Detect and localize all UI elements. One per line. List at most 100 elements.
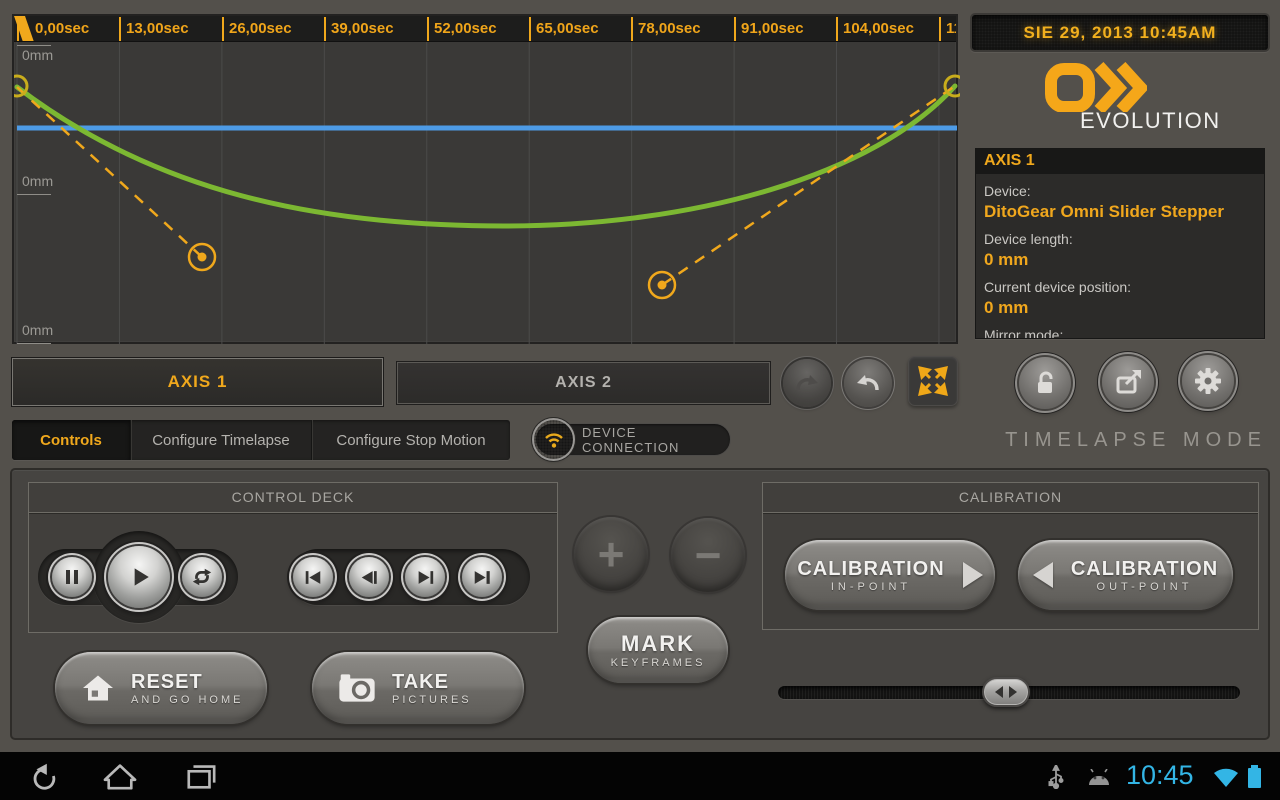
nav-back-button[interactable] — [24, 760, 64, 792]
play-button[interactable] — [108, 546, 170, 608]
mode-label: TIMELAPSE MODE — [1005, 429, 1267, 452]
pause-icon — [62, 567, 82, 587]
usb-status-icon — [1048, 765, 1064, 789]
pause-button[interactable] — [52, 557, 92, 597]
nav-home-button[interactable] — [100, 760, 140, 792]
triangle-right-icon — [963, 562, 983, 588]
calibration-out-point-button[interactable]: CALIBRATION OUT-POINT — [1018, 540, 1233, 610]
step-forward-button[interactable] — [405, 557, 445, 597]
axis-info-panel: AXIS 1 Device: DitoGear Omni Slider Step… — [975, 148, 1265, 339]
undo-button[interactable] — [844, 359, 892, 407]
slider-left-arrow-icon — [995, 686, 1003, 698]
increment-button[interactable]: + — [574, 517, 648, 591]
time-tick: 13,00sec — [119, 17, 189, 41]
home-icon — [81, 673, 115, 703]
wifi-signal-icon — [1212, 767, 1240, 789]
axis-2-button[interactable]: AXIS 2 — [397, 362, 770, 404]
time-tick: 78,00sec — [631, 17, 701, 41]
datetime-text: SIE 29, 2013 10:45AM — [1024, 23, 1217, 43]
button-line1: CALIBRATION — [1071, 558, 1218, 581]
button-line1: CALIBRATION — [797, 558, 944, 581]
button-line2: AND GO HOME — [131, 694, 243, 706]
status-clock[interactable]: 10:45 — [1126, 760, 1194, 791]
expand-fullscreen-button[interactable] — [908, 356, 958, 406]
button-line2: OUT-POINT — [1071, 581, 1218, 593]
info-label: Mirror mode: — [984, 327, 1256, 339]
position-label: 0mm — [22, 47, 53, 63]
loop-icon — [190, 566, 214, 588]
export-share-icon — [1112, 367, 1144, 397]
wifi-icon — [543, 430, 565, 449]
position-ruler-line — [17, 45, 51, 46]
axis-2-label: AXIS 2 — [555, 374, 612, 392]
system-navigation-bar: 10:45 — [0, 752, 1280, 800]
time-tick: 117,00sec — [939, 17, 956, 41]
lock-button[interactable] — [1019, 357, 1071, 409]
wifi-status-button[interactable] — [534, 420, 573, 459]
position-label: 0mm — [22, 173, 53, 189]
app-screen: 0mm 0mm 0mm 0,00sec 13,00sec 26,00sec 39… — [0, 0, 1280, 800]
motion-curve-chart[interactable] — [14, 16, 960, 346]
redo-icon — [793, 369, 821, 397]
device-connection-label: DEVICE CONNECTION — [582, 425, 730, 455]
undo-icon — [854, 369, 882, 397]
time-tick: 26,00sec — [222, 17, 292, 41]
redo-button[interactable] — [783, 359, 831, 407]
button-line1: TAKE — [392, 671, 472, 694]
calibration-in-point-button[interactable]: CALIBRATION IN-POINT — [785, 540, 995, 610]
info-label: Current device position: — [984, 279, 1256, 295]
slider-right-arrow-icon — [1009, 686, 1017, 698]
camera-icon — [338, 673, 376, 703]
device-connection-button[interactable]: DEVICE CONNECTION — [535, 423, 731, 456]
reset-go-home-button[interactable]: RESET AND GO HOME — [55, 652, 267, 724]
control-deck-title: CONTROL DECK — [29, 489, 557, 505]
button-line1: RESET — [131, 671, 243, 694]
time-tick: 52,00sec — [427, 17, 497, 41]
position-ruler-line — [17, 343, 51, 344]
info-value: 0 mm — [984, 250, 1256, 270]
position-ruler-line — [17, 194, 51, 195]
mark-keyframes-button[interactable]: MARK KEYFRAMES — [588, 617, 728, 683]
unlock-icon — [1030, 368, 1060, 398]
tab-bar: Controls Configure Timelapse Configure S… — [12, 420, 510, 460]
take-pictures-button[interactable]: TAKE PICTURES — [312, 652, 524, 724]
triangle-left-icon — [1033, 562, 1053, 588]
decrement-button[interactable]: − — [671, 518, 745, 592]
step-forward-icon — [415, 569, 435, 586]
gear-icon — [1193, 366, 1223, 396]
divider — [763, 512, 1258, 514]
loop-button[interactable] — [182, 557, 222, 597]
info-label: Device: — [984, 183, 1256, 199]
tab-label: Configure Stop Motion — [336, 432, 485, 449]
nav-recents-button[interactable] — [180, 760, 222, 792]
time-tick: 65,00sec — [529, 17, 599, 41]
tab-controls[interactable]: Controls — [12, 420, 131, 460]
calibration-title: CALIBRATION — [763, 489, 1258, 505]
tab-label: Controls — [40, 432, 102, 449]
axis-info-title: AXIS 1 — [976, 149, 1264, 174]
skip-to-end-button[interactable] — [462, 557, 502, 597]
evolution-logo-icon — [1043, 62, 1147, 112]
export-button[interactable] — [1102, 356, 1154, 408]
tab-configure-stop-motion[interactable]: Configure Stop Motion — [312, 420, 510, 460]
time-tick: 39,00sec — [324, 17, 394, 41]
logo-wordmark: EVOLUTION — [1080, 108, 1280, 134]
position-slider-handle[interactable] — [982, 677, 1030, 707]
skip-to-end-icon — [472, 569, 492, 586]
timeline-header[interactable]: 0,00sec 13,00sec 26,00sec 39,00sec 52,00… — [14, 16, 956, 42]
info-value: 0 mm — [984, 298, 1256, 318]
button-line1: MARK — [621, 631, 695, 657]
timeline-graph-panel[interactable]: 0mm 0mm 0mm 0,00sec 13,00sec 26,00sec 39… — [12, 14, 958, 344]
divider — [29, 512, 557, 514]
tab-configure-timelapse[interactable]: Configure Timelapse — [131, 420, 312, 460]
info-label: Device length: — [984, 231, 1256, 247]
time-tick: 0,00sec — [17, 17, 89, 41]
axis-1-button[interactable]: AXIS 1 — [12, 358, 383, 406]
skip-to-start-button[interactable] — [293, 557, 333, 597]
step-back-button[interactable] — [349, 557, 389, 597]
position-label: 0mm — [22, 322, 53, 338]
expand-arrows-icon — [917, 365, 949, 397]
settings-button[interactable] — [1182, 355, 1234, 407]
play-icon — [126, 564, 152, 590]
android-status-icon — [1086, 769, 1112, 786]
